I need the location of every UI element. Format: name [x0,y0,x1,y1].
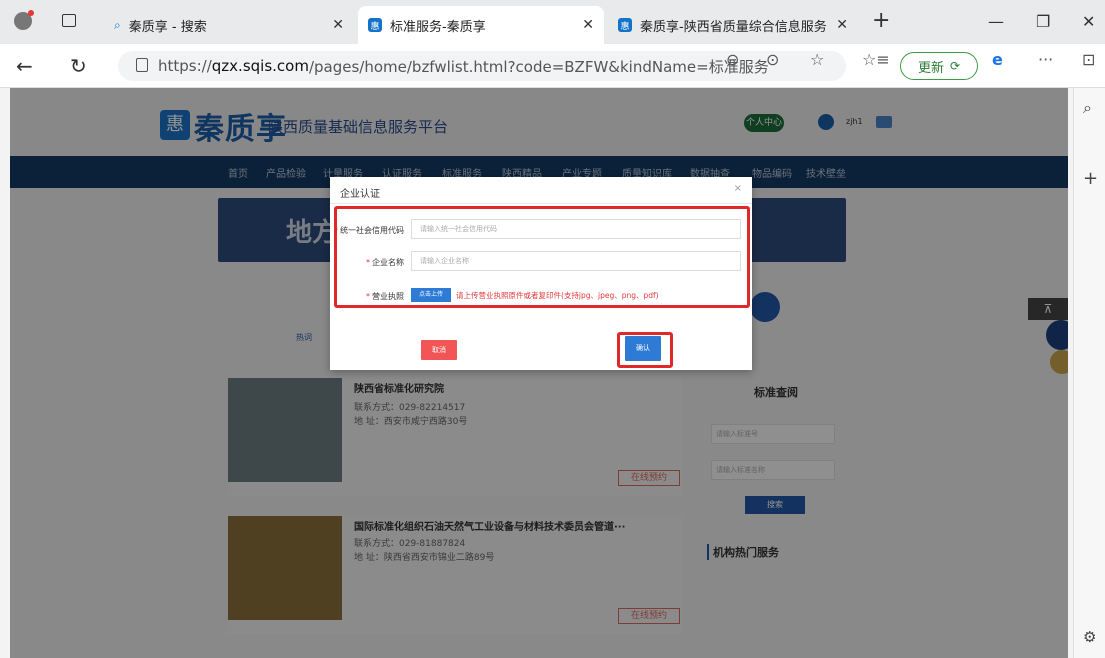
new-tab-button[interactable]: + [872,8,890,33]
tab-search[interactable]: ⌕ 秦质享 - 搜索 ✕ [104,6,354,44]
modal-overlay [10,88,1068,658]
tab-qzx-home[interactable]: 惠 秦质享-陕西省质量综合信息服务 ✕ [608,6,858,44]
site-favicon-icon: 惠 [618,18,632,32]
update-icon: ⟳ [949,59,961,73]
more-icon[interactable]: ⊙ [766,50,779,69]
zoom-icon[interactable]: ⊖ [726,50,739,69]
update-label: 更新 [917,60,944,76]
tab-actions-icon[interactable] [62,14,76,27]
cancel-button[interactable]: 取消 [421,340,457,360]
tab-standard-service[interactable]: 惠 标准服务-秦质享 ✕ [358,6,604,44]
favorites-list-icon[interactable]: ☆≡ [862,50,890,69]
url-prefix: https:// [158,57,212,75]
address-bar: ← ↻ https://qzx.sqis.com/pages/home/bzfw… [0,44,1105,88]
edge-icon[interactable]: e [992,50,1003,69]
divider [330,203,752,204]
page-info-icon[interactable] [136,58,148,72]
tab-label: 标准服务-秦质享 [390,19,486,35]
dialog-title: 企业认证 [340,189,380,200]
browser-tab-bar: ⌕ 秦质享 - 搜索 ✕ 惠 标准服务-秦质享 ✕ 惠 秦质享-陕西省质量综合信… [0,0,1105,44]
close-icon[interactable]: ✕ [582,17,594,33]
add-icon[interactable]: + [1083,168,1098,189]
confirm-highlight-box [617,332,673,368]
url-path: /pages/home/bzfwlist.html?code=BZFW&kind… [308,57,769,76]
notification-dot [28,10,34,16]
restore-button[interactable]: ❐ [1036,12,1050,31]
back-button[interactable]: ← [16,54,33,78]
tab-label: 秦质享-陕西省质量综合信息服务 [640,19,827,35]
favorite-star-icon[interactable]: ☆ [810,50,824,69]
settings-more-icon[interactable]: ··· [1038,50,1053,69]
minimize-button[interactable]: — [988,12,1004,31]
update-button[interactable]: 更新 ⟳ [900,52,978,80]
search-icon[interactable]: ⌕ [1083,98,1092,118]
refresh-button[interactable]: ↻ [70,54,87,78]
close-icon[interactable]: ✕ [332,17,344,33]
window-close-button[interactable]: ✕ [1082,12,1095,31]
url-domain: qzx.sqis.com [211,57,309,75]
close-icon[interactable]: × [734,183,742,194]
sidebar-toggle-icon[interactable]: ⊡ [1082,50,1095,69]
search-icon: ⌕ [114,17,121,32]
tab-label: 秦质享 - 搜索 [128,19,207,35]
gear-icon[interactable]: ⚙ [1083,628,1096,646]
browser-sidebar: ⌕ + ⚙ [1073,88,1105,658]
close-icon[interactable]: ✕ [836,17,848,33]
form-highlight-box [334,206,750,308]
site-favicon-icon: 惠 [368,18,382,32]
